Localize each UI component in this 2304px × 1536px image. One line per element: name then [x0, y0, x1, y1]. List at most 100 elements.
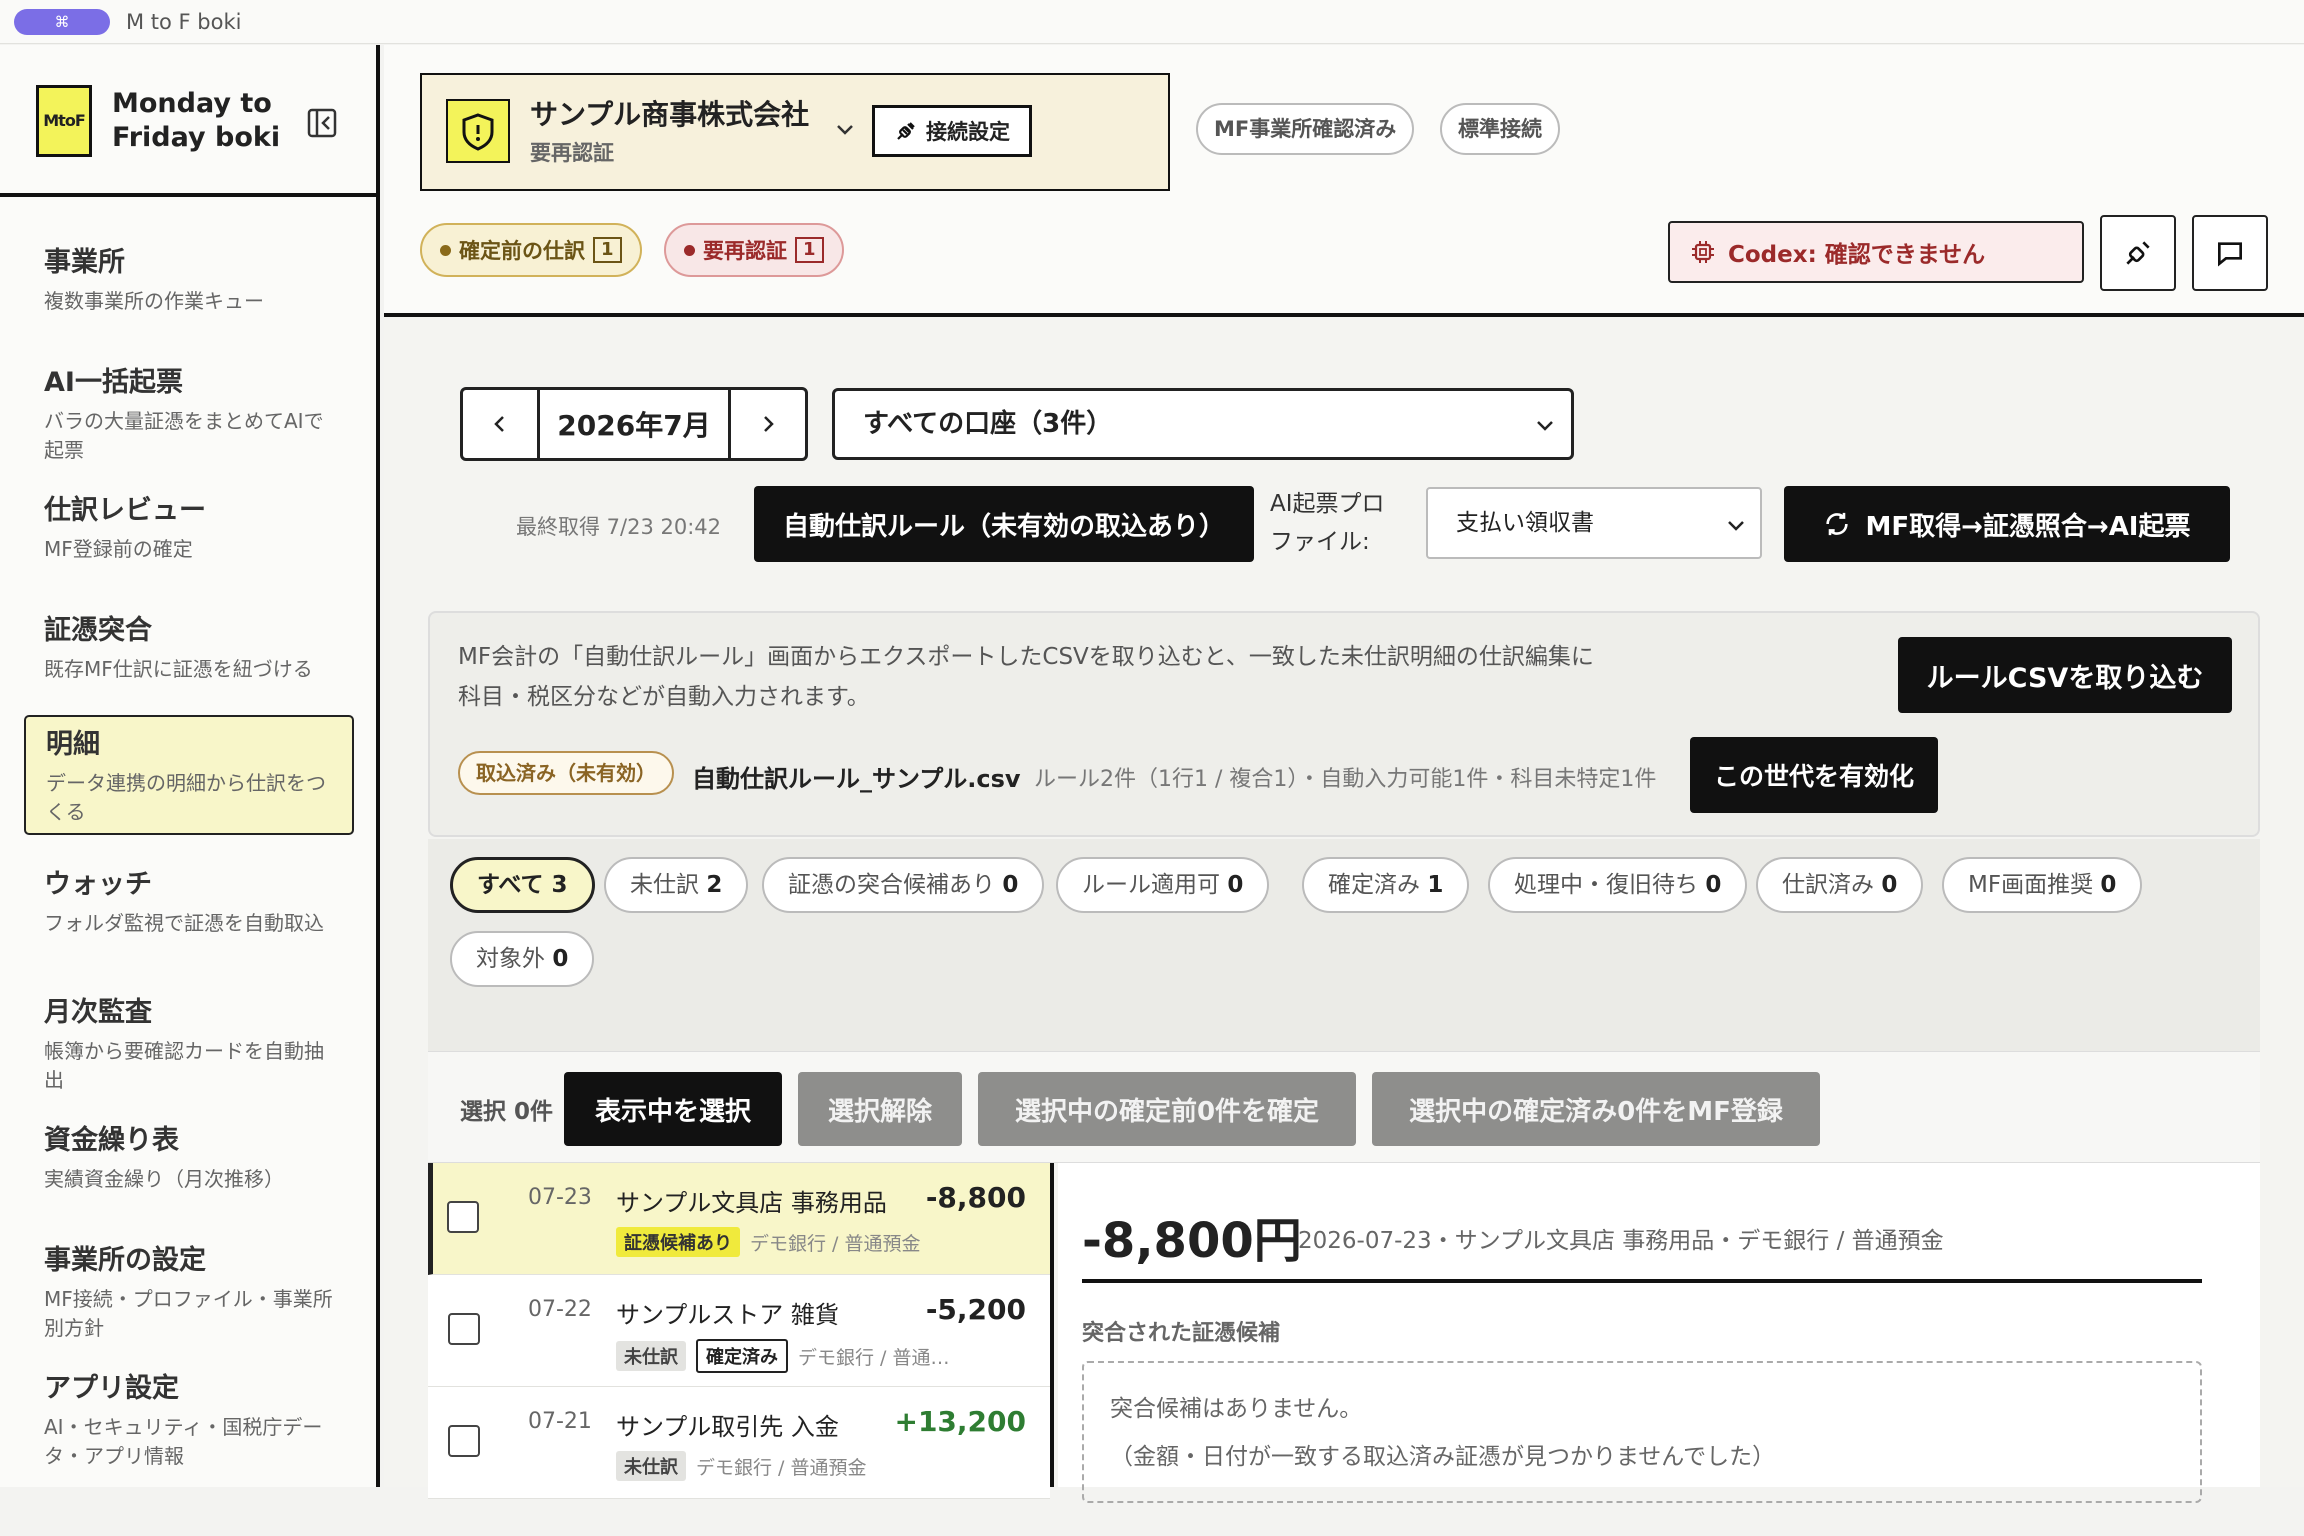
reauth-badge[interactable]: 要再認証 1 — [664, 223, 844, 277]
filter-label: 処理中・復旧待ち — [1514, 872, 1698, 898]
unjournaled-tag: 未仕訳 — [616, 1341, 686, 1371]
account-select-value: すべての口座（3件） — [863, 409, 1113, 439]
standard-connection-badge: 標準接続 — [1440, 103, 1560, 155]
filter-count: 0 — [552, 946, 569, 972]
nav-item-monthly-audit[interactable]: 月次監査 帳簿から要確認カードを自動抽出 — [24, 985, 354, 1105]
filter-unjournaled[interactable]: 未仕訳 2 — [604, 857, 749, 913]
feedback-button[interactable] — [2192, 215, 2268, 291]
filter-count: 3 — [551, 872, 568, 898]
nav-item-voucher-match[interactable]: 証憑突合 既存MF仕訳に証憑を紐づける — [24, 603, 354, 694]
month-navigator: 2026年7月 — [460, 387, 808, 461]
txn-date: 07-23 — [528, 1185, 592, 1210]
title-bar: ⌘ M to F boki — [0, 0, 2304, 44]
nav-item-statements[interactable]: 明細 データ連携の明細から仕訳をつくる — [24, 715, 354, 835]
register-mf-button[interactable]: 選択中の確定済み0件をMF登録 — [1372, 1072, 1820, 1146]
plug-button[interactable] — [2100, 215, 2176, 291]
nav-item-ai-bulk[interactable]: AI一括起票 バラの大量証憑をまとめてAIで起票 — [24, 355, 354, 475]
filter-label: 未仕訳 — [630, 872, 699, 898]
nav-item-offices[interactable]: 事業所 複数事業所の作業キュー — [24, 235, 354, 326]
selection-bar: 選択 0件 表示中を選択 選択解除 選択中の確定前0件を確定 選択中の確定済み0… — [428, 1051, 2260, 1163]
nav-item-watch[interactable]: ウォッチ フォルダ監視で証憑を自動取込 — [24, 857, 354, 948]
nav-item-subtitle: 実績資金繰り（月次推移） — [44, 1167, 284, 1191]
nav-item-journal-review[interactable]: 仕訳レビュー MF登録前の確定 — [24, 483, 354, 574]
txn-date: 07-21 — [528, 1409, 592, 1434]
command-icon[interactable]: ⌘ — [14, 9, 110, 35]
nav-item-subtitle: AI・セキュリティ・国税庁データ・アプリ情報 — [44, 1415, 323, 1468]
chevron-down-icon — [1728, 521, 1744, 531]
nav-item-title: AI一括起票 — [44, 367, 183, 398]
txn-amount: -8,800 — [925, 1181, 1026, 1214]
select-visible-button[interactable]: 表示中を選択 — [564, 1072, 782, 1146]
account-select[interactable]: すべての口座（3件） — [832, 388, 1574, 460]
nav-item-subtitle: 既存MF仕訳に証憑を紐づける — [44, 657, 313, 681]
refresh-icon — [1826, 512, 1849, 536]
prev-month-button[interactable] — [463, 390, 537, 458]
company-status: 要再認証 — [530, 141, 614, 165]
filter-count: 0 — [1002, 872, 1019, 898]
ai-profile-select[interactable]: 支払い領収書 — [1426, 487, 1762, 559]
filter-label: ルール適用可 — [1082, 872, 1220, 898]
filter-all[interactable]: すべて 3 — [450, 857, 595, 913]
table-row[interactable]: 07-21 サンプル取引先 入金 +13,200 未仕訳 デモ銀行 / 普通預金 — [428, 1387, 1050, 1499]
divider — [1082, 1279, 2202, 1283]
auto-rule-panel: MF会計の「自動仕訳ルール」画面からエクスポートしたCSVを取り込むと、一致した… — [428, 611, 2260, 837]
filter-mf-recommended[interactable]: MF画面推奨 0 — [1942, 857, 2143, 913]
company-switcher[interactable]: サンプル商事株式会社 要再認証 接続設定 — [420, 73, 1170, 191]
filter-match-candidates[interactable]: 証憑の突合候補あり 0 — [762, 857, 1045, 913]
unjournaled-tag: 未仕訳 — [616, 1451, 686, 1481]
codex-status-label: Codex: 確認できません — [1728, 242, 1986, 268]
filter-label: 証憑の突合候補あり — [788, 872, 995, 898]
main-content: サンプル商事株式会社 要再認証 接続設定 MF事業所確認済み 標準接続 確定前の… — [384, 45, 2304, 1503]
codex-status[interactable]: Codex: 確認できません — [1668, 221, 2084, 283]
filter-label: すべて — [477, 872, 544, 898]
row-checkbox[interactable] — [448, 1425, 480, 1457]
clear-selection-button[interactable]: 選択解除 — [798, 1072, 962, 1146]
pending-journals-badge[interactable]: 確定前の仕訳 1 — [420, 223, 642, 277]
txn-tags: 未仕訳 デモ銀行 / 普通預金 — [616, 1451, 866, 1481]
filter-count: 0 — [2100, 872, 2117, 898]
auto-rule-button[interactable]: 自動仕訳ルール（未有効の取込あり） — [754, 486, 1254, 562]
import-rule-csv-button[interactable]: ルールCSVを取り込む — [1898, 637, 2232, 713]
filter-rule-applicable[interactable]: ルール適用可 0 — [1056, 857, 1270, 913]
sidebar-header: MtoF Monday to Friday boki — [0, 45, 380, 197]
nav-item-title: 事業所 — [44, 247, 125, 278]
txn-account: デモ銀行 / 普通… — [798, 1346, 950, 1369]
next-month-button[interactable] — [731, 390, 805, 458]
row-checkbox[interactable] — [447, 1201, 479, 1233]
run-pipeline-button[interactable]: MF取得→証憑照合→AI起票 — [1784, 486, 2230, 562]
chevron-left-icon — [494, 416, 504, 432]
txn-amount: +13,200 — [894, 1405, 1026, 1438]
txn-name: サンプル取引先 入金 — [616, 1413, 839, 1441]
app-title: M to F boki — [126, 10, 242, 34]
nav-item-subtitle: MF接続・プロファイル・事業所別方針 — [44, 1287, 333, 1340]
nav-item-title: 明細 — [46, 729, 100, 760]
row-checkbox[interactable] — [448, 1313, 480, 1345]
rule-description: MF会計の「自動仕訳ルール」画面からエクスポートしたCSVを取り込むと、一致した… — [458, 644, 1594, 710]
nav-item-office-settings[interactable]: 事業所の設定 MF接続・プロファイル・事業所別方針 — [24, 1233, 354, 1353]
collapse-sidebar-icon[interactable] — [304, 105, 340, 141]
chevron-right-icon — [764, 416, 774, 432]
match-candidate-tag: 証憑候補あり — [616, 1227, 740, 1257]
detail-amount: -8,800円 — [1082, 1213, 1302, 1269]
activate-generation-button[interactable]: この世代を有効化 — [1690, 737, 1938, 813]
filter-confirmed[interactable]: 確定済み 1 — [1302, 857, 1470, 913]
nav-item-title: 仕訳レビュー — [44, 495, 206, 526]
nav-item-title: 証憑突合 — [44, 615, 152, 646]
txn-amount: -5,200 — [925, 1293, 1026, 1326]
connection-settings-button[interactable]: 接続設定 — [872, 105, 1032, 157]
table-row[interactable]: 07-23 サンプル文具店 事務用品 -8,800 証憑候補あり デモ銀行 / … — [428, 1163, 1050, 1275]
filter-label: MF画面推奨 — [1968, 872, 2094, 898]
nav-item-app-settings[interactable]: アプリ設定 AI・セキュリティ・国税庁データ・アプリ情報 — [24, 1361, 354, 1481]
nav-item-title: アプリ設定 — [44, 1373, 179, 1404]
current-month: 2026年7月 — [537, 390, 731, 458]
confirm-pending-button[interactable]: 選択中の確定前0件を確定 — [978, 1072, 1356, 1146]
chevron-down-icon[interactable] — [830, 115, 860, 145]
table-row[interactable]: 07-22 サンプルストア 雑貨 -5,200 未仕訳 確定済み デモ銀行 / … — [428, 1275, 1050, 1387]
txn-name: サンプルストア 雑貨 — [616, 1301, 839, 1329]
filter-excluded[interactable]: 対象外 0 — [450, 931, 595, 987]
run-pipeline-label: MF取得→証憑照合→AI起票 — [1865, 511, 2191, 542]
detail-info: 2026-07-23・サンプル文具店 事務用品・デモ銀行 / 普通預金 — [1298, 1228, 1944, 1254]
filter-processing[interactable]: 処理中・復旧待ち 0 — [1488, 857, 1748, 913]
filter-journaled[interactable]: 仕訳済み 0 — [1756, 857, 1924, 913]
nav-item-cashflow[interactable]: 資金繰り表 実績資金繰り（月次推移） — [24, 1113, 354, 1204]
